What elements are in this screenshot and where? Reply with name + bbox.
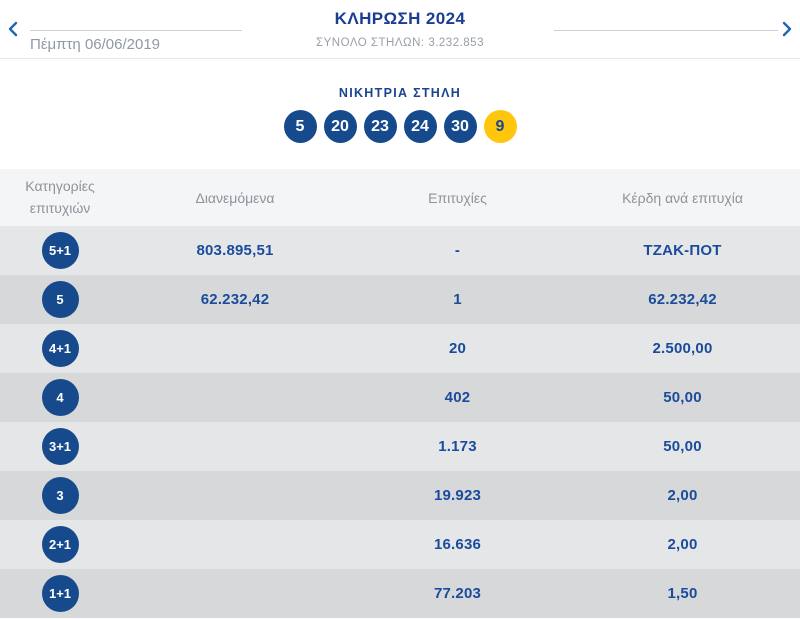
table-row: 1+1 77.203 1,50: [0, 569, 800, 618]
category-badge: 3+1: [41, 428, 79, 465]
table-row: 5 62.232,42 1 62.232,42: [0, 275, 800, 324]
prize-value: 50,00: [663, 438, 702, 455]
table-row: 4 402 50,00: [0, 373, 800, 422]
winners-value: 402: [444, 389, 471, 406]
table-row: 5+1 803.895,51 - ΤΖΑΚ-ΠΟΤ: [0, 226, 800, 275]
column-header-distributed: Διανεμόμενα: [195, 189, 275, 206]
winners-value: 1: [453, 291, 462, 308]
winners-value: 19.923: [433, 487, 482, 504]
winners-value: -: [454, 242, 461, 259]
distributed-value: 62.232,42: [200, 291, 270, 308]
chevron-right-icon: [781, 21, 793, 37]
prize-value: 2,00: [667, 536, 698, 553]
bonus-number-ball: 9: [483, 110, 517, 143]
winning-number-ball: 20: [323, 110, 357, 143]
distributed-value: 803.895,51: [196, 242, 274, 259]
table-row: 3+1 1.173 50,00: [0, 422, 800, 471]
column-header-categories: Κατηγορίες επιτυχιών: [25, 177, 95, 216]
table-row: 2+1 16.636 2,00: [0, 520, 800, 569]
winning-column-title: ΝΙΚΗΤΡΙΑ ΣΤΗΛΗ: [338, 86, 462, 100]
winning-number-ball: 30: [443, 110, 477, 143]
winning-column-section: ΝΙΚΗΤΡΙΑ ΣΤΗΛΗ 5 20 23 24 30 9: [0, 59, 800, 143]
table-row: 4+1 20 2.500,00: [0, 324, 800, 373]
prize-value: 62.232,42: [648, 291, 717, 308]
winners-value: 1.173: [438, 438, 477, 455]
draw-header: ΚΛΗΡΩΣΗ 2024 ΣΥΝΟΛΟ ΣΤΗΛΩΝ: 3.232.853 Πέ…: [0, 0, 800, 59]
category-badge: 2+1: [41, 526, 79, 563]
prize-value: 2.500,00: [652, 340, 713, 357]
category-badge: 4: [41, 379, 79, 416]
winning-number-ball: 24: [403, 110, 437, 143]
table-header-row: Κατηγορίες επιτυχιών Διανεμόμενα Επιτυχί…: [0, 169, 800, 226]
category-badge: 4+1: [41, 330, 79, 367]
table-row: 3 19.923 2,00: [0, 471, 800, 520]
category-badge: 3: [41, 477, 79, 514]
winning-numbers: 5 20 23 24 30 9: [0, 110, 800, 143]
winning-number-ball: 23: [363, 110, 397, 143]
category-badge: 5+1: [41, 232, 79, 269]
category-badge: 1+1: [41, 575, 79, 612]
column-header-winners: Επιτυχίες: [428, 189, 487, 206]
winners-value: 20: [448, 340, 467, 357]
prize-value: ΤΖΑΚ-ΠΟΤ: [643, 242, 722, 259]
winners-value: 77.203: [433, 585, 482, 602]
next-draw-button[interactable]: [778, 20, 796, 38]
winners-value: 16.636: [433, 536, 482, 553]
prize-table: Κατηγορίες επιτυχιών Διανεμόμενα Επιτυχί…: [0, 169, 800, 618]
winning-number-ball: 5: [283, 110, 317, 143]
draw-title: ΚΛΗΡΩΣΗ 2024: [334, 9, 466, 28]
prize-value: 2,00: [667, 487, 698, 504]
draw-date: Πέμπτη 06/06/2019: [30, 36, 161, 53]
prize-value: 50,00: [663, 389, 702, 406]
column-header-prize: Κέρδη ανά επιτυχία: [622, 189, 743, 206]
prize-value: 1,50: [667, 585, 698, 602]
category-badge: 5: [41, 281, 79, 318]
